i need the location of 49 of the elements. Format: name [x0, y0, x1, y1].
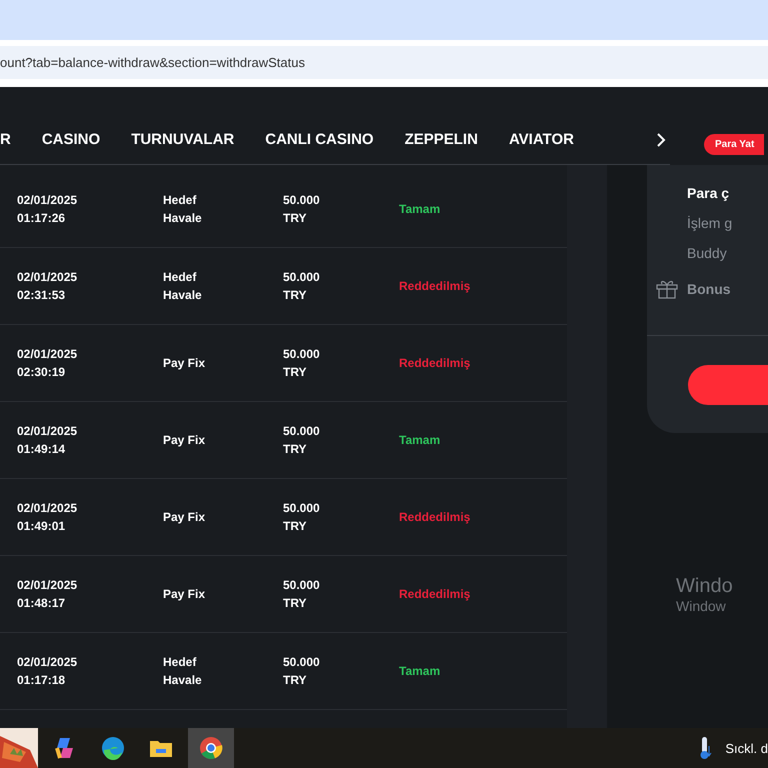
date-cell-text: 02/01/2025 02:31:53	[17, 269, 78, 304]
amount-cell-text: 50.000 TRY	[283, 192, 321, 227]
nav-link[interactable]: ZEPPELIN	[404, 131, 478, 149]
url-text[interactable]: ount?tab=balance-withdraw&section=withdrawStatus	[0, 46, 768, 79]
amount-cell-text: 50.000 TRY	[283, 423, 321, 458]
bonus-link[interactable]: Bonus	[687, 281, 731, 297]
date-cell-text: 02/01/2025 01:17:26	[17, 192, 78, 227]
method-cell-text: Hedef Havale	[163, 269, 203, 304]
date-cell-text: 02/01/2025 02:30:19	[17, 346, 78, 381]
activation-title: Windo	[676, 575, 733, 598]
date-cell-text: 02/01/2025 01:48:17	[17, 577, 78, 612]
method-cell-text: Pay Fix	[163, 586, 206, 603]
nav-link[interactable]: CASINO	[42, 131, 100, 149]
edge-icon[interactable]	[100, 735, 126, 761]
amount-cell-text: 50.000 TRY	[283, 269, 321, 304]
menu-item[interactable]: Para ç	[687, 183, 768, 203]
nav-link[interactable]: TURNUVALAR	[131, 131, 234, 149]
status-cell-text: Reddedilmiş	[399, 509, 472, 526]
gift-icon	[656, 279, 678, 299]
amount-cell-text: 50.000 TRY	[283, 577, 321, 612]
amount-cell-text: 50.000 TRY	[283, 500, 321, 535]
method-cell-text: Hedef Havale	[163, 654, 203, 689]
status-cell-text: Reddedilmiş	[399, 355, 472, 372]
chrome-taskbar-button[interactable]	[188, 728, 234, 768]
date-cell-text: 02/01/2025 01:49:14	[17, 423, 78, 458]
method-cell-text: Hedef Havale	[163, 192, 203, 227]
status-cell-text: Tamam	[399, 663, 442, 680]
chrome-icon	[198, 735, 224, 761]
date-cell-text: 02/01/2025 01:49:01	[17, 500, 78, 535]
menu-item[interactable]: İşlem g	[687, 213, 768, 233]
menu-item[interactable]: Buddy	[687, 243, 768, 263]
withdraw-button[interactable]	[688, 365, 768, 405]
method-cell-text: Pay Fix	[163, 432, 206, 449]
status-cell-text: Reddedilmiş	[399, 278, 472, 295]
amount-cell-text: 50.000 TRY	[283, 654, 321, 689]
method-cell-text: Pay Fix	[163, 355, 206, 372]
nav-link[interactable]: R	[0, 131, 11, 149]
nav-link[interactable]: AVIATOR	[508, 131, 574, 149]
status-cell-text: Tamam	[399, 201, 442, 218]
nav-link[interactable]: CANLI CASINO	[265, 131, 374, 149]
weather-text[interactable]: Sıckl. d	[725, 740, 768, 756]
method-cell-text: Pay Fix	[163, 509, 206, 526]
status-cell-text: Reddedilmiş	[399, 586, 472, 603]
chevron-right-icon[interactable]	[656, 132, 666, 148]
amount-cell-text: 50.000 TRY	[283, 346, 321, 381]
activation-subtitle: Window	[676, 598, 727, 614]
status-cell-text: Tamam	[399, 432, 442, 449]
deposit-button[interactable]: Para Yat	[704, 134, 764, 155]
date-cell-text: 02/01/2025 01:17:18	[17, 654, 78, 689]
